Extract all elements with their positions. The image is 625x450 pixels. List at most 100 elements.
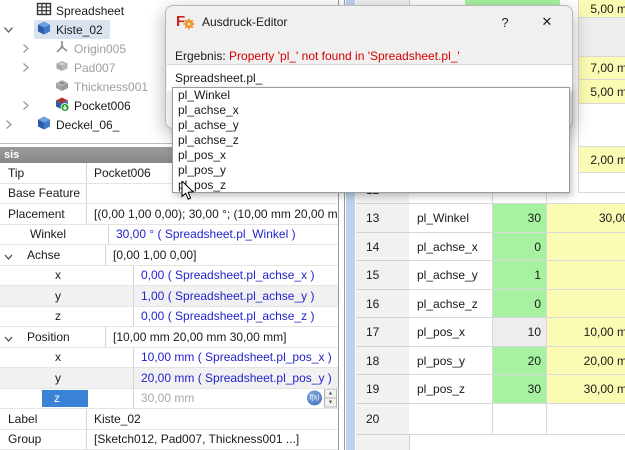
tree-item-core[interactable]: Origin005 <box>52 39 133 58</box>
property-value[interactable]: 30,00 ° ( Spreadsheet.pl_Winkel ) <box>109 225 338 245</box>
sheet-cell-display[interactable] <box>547 404 625 435</box>
expression-fx-icon[interactable]: f(x) <box>307 391 322 406</box>
property-value[interactable]: [(0,00 1,00 0,00); 30,00 °; (10,00 mm 20… <box>87 204 338 224</box>
property-row: y 20,00 mm ( Spreadsheet.pl_pos_y ) <box>0 368 338 389</box>
sheet-cell-display[interactable] <box>547 290 625 318</box>
row-header-cell[interactable]: 16 <box>356 290 409 318</box>
sheet-cell-display[interactable]: 5,00 mm <box>578 0 625 18</box>
sheet-cell-value[interactable] <box>493 404 547 435</box>
tree-item-core[interactable]: Pad007 <box>52 58 122 77</box>
chevron-down-icon[interactable] <box>4 332 13 341</box>
sheet-cell-name[interactable]: pl_pos_x <box>409 318 493 347</box>
sheet-cell-value[interactable]: 0 <box>493 290 547 318</box>
body-icon <box>36 115 52 134</box>
sheet-cell-display[interactable]: 2,00 mm <box>578 147 625 173</box>
property-value-text: Kiste_02 <box>94 412 141 426</box>
row-header-cell[interactable]: 17 <box>356 318 409 347</box>
sheet-cell-value[interactable]: 10 <box>493 318 547 347</box>
sheet-cell-value[interactable]: 0 <box>493 233 547 261</box>
sheet-cell-name[interactable]: pl_pos_y <box>409 347 493 375</box>
property-value[interactable]: 0,00 ( Spreadsheet.pl_achse_z ) <box>134 307 338 327</box>
sheet-cell-value[interactable]: 30 <box>493 375 547 404</box>
sheet-cell-display[interactable] <box>547 233 625 261</box>
tree-item-core[interactable]: Thickness001 <box>52 77 155 96</box>
sheet-cell-display[interactable] <box>578 104 625 147</box>
property-value-text: 1,00 ( Spreadsheet.pl_achse_y ) <box>141 289 314 303</box>
sheet-cell-display[interactable] <box>547 261 625 290</box>
sheet-cell-name[interactable]: pl_achse_x <box>409 233 493 261</box>
sheet-cell-value[interactable]: 1 <box>493 261 547 290</box>
spinner-down-icon[interactable]: ▼ <box>324 399 337 408</box>
property-value[interactable]: Kiste_02 <box>87 409 338 429</box>
chevron-right-icon[interactable] <box>20 43 31 54</box>
property-label: y <box>0 368 134 388</box>
sheet-cell-display[interactable]: 20,00 mm <box>547 347 625 375</box>
close-icon[interactable]: ✕ <box>536 12 558 32</box>
row-header-cell[interactable]: 15 <box>356 261 409 290</box>
sheet-cell-value[interactable]: 30 <box>493 204 547 233</box>
sheet-cell-name[interactable]: pl_achse_z <box>409 290 493 318</box>
sheet-cell-display[interactable]: 10,00 mm <box>547 318 625 347</box>
sheet-cell-display[interactable]: 30,00 mm <box>547 375 625 404</box>
autocomplete-item[interactable]: pl_achse_z <box>173 133 569 148</box>
value-spinner: ▲▼ <box>324 389 337 408</box>
tree-item-core[interactable]: Deckel_06_ <box>34 115 126 134</box>
sheet-cell-name[interactable] <box>409 404 493 435</box>
tree-item-label: Origin005 <box>74 42 126 56</box>
property-row: LabelKiste_02 <box>0 409 338 430</box>
property-value[interactable]: 20,00 mm ( Spreadsheet.pl_pos_y ) <box>134 368 338 388</box>
property-value-text: 20,00 mm ( Spreadsheet.pl_pos_y ) <box>141 371 332 385</box>
property-label-text: Base Feature <box>8 186 80 200</box>
body-icon <box>36 20 52 39</box>
row-header-cell[interactable]: 13 <box>356 204 409 233</box>
pocket-icon <box>54 96 70 115</box>
property-row: Placement[(0,00 1,00 0,00); 30,00 °; (10… <box>0 204 338 225</box>
property-value[interactable]: 10,00 mm ( Spreadsheet.pl_pos_x ) <box>134 348 338 368</box>
property-value[interactable]: 0,00 ( Spreadsheet.pl_achse_x ) <box>134 266 338 286</box>
autocomplete-item[interactable]: pl_pos_x <box>173 147 569 162</box>
row-header-cell[interactable]: 18 <box>356 347 409 375</box>
row-header-cell[interactable]: 14 <box>356 233 409 261</box>
autocomplete-item[interactable]: pl_Winkel <box>173 88 569 103</box>
sheet-cell-display[interactable] <box>578 18 625 57</box>
property-value[interactable]: 30,00 mmf(x)▲▼ <box>134 389 338 409</box>
svg-text:F: F <box>176 13 185 30</box>
result-label: Ergebnis: <box>175 49 226 63</box>
autocomplete-item[interactable]: pl_pos_z <box>173 177 569 192</box>
selected-sub-property-cell[interactable]: z <box>42 390 88 408</box>
tree-item-label: Thickness001 <box>74 80 148 94</box>
sheet-cell-display[interactable]: 5,00 mm <box>578 80 625 104</box>
autocomplete-item[interactable]: pl_achse_y <box>173 118 569 133</box>
sheet-cell-name[interactable]: pl_Winkel <box>409 204 493 233</box>
chevron-down-icon[interactable] <box>3 24 14 35</box>
sheet-cell-display[interactable]: 7,00 mm <box>578 57 625 80</box>
property-label-text: Winkel <box>30 227 66 241</box>
property-label: y <box>0 286 134 306</box>
property-value[interactable]: [Sketch012, Pad007, Thickness001 ...] <box>87 430 338 450</box>
tree-item-core[interactable]: Kiste_02 <box>34 20 110 39</box>
sheet-cell-name[interactable]: pl_pos_z <box>409 375 493 404</box>
property-value[interactable]: 1,00 ( Spreadsheet.pl_achse_y ) <box>134 286 338 306</box>
tree-item-core[interactable]: Pocket006 <box>52 96 138 115</box>
autocomplete-item[interactable]: pl_achse_x <box>173 103 569 118</box>
chevron-right-icon[interactable] <box>3 119 14 130</box>
sheet-cell-display[interactable]: 30,00 ° <box>547 204 625 233</box>
sheet-cell-value[interactable]: 20 <box>493 347 547 375</box>
result-error-text: Property 'pl_' not found in 'Spreadsheet… <box>229 49 460 63</box>
property-value[interactable]: [0,00 1,00 0,00] <box>106 245 338 265</box>
tree-item-core[interactable]: Spreadsheet <box>34 1 131 20</box>
help-button[interactable]: ? <box>494 12 516 32</box>
property-label-text: z <box>55 309 61 323</box>
sheet-cell-name[interactable]: pl_achse_y <box>409 261 493 290</box>
autocomplete-dropdown: pl_Winkelpl_achse_xpl_achse_ypl_achse_zp… <box>172 87 570 193</box>
spinner-up-icon[interactable]: ▲ <box>324 389 337 399</box>
row-header-cell[interactable]: 19 <box>356 375 409 404</box>
autocomplete-item[interactable]: pl_pos_y <box>173 162 569 177</box>
chevron-down-icon[interactable] <box>4 250 13 259</box>
row-header-cell[interactable]: 20 <box>356 404 409 435</box>
chevron-right-icon[interactable] <box>20 100 31 111</box>
tree-item-label: Pad007 <box>74 61 115 75</box>
property-value[interactable]: [10,00 mm 20,00 mm 30,00 mm] <box>106 327 338 347</box>
chevron-right-icon[interactable] <box>20 62 31 73</box>
freecad-window: 5,00 mm7,00 mm5,00 mm2,00 mm 1213pl_Wink… <box>0 0 625 450</box>
